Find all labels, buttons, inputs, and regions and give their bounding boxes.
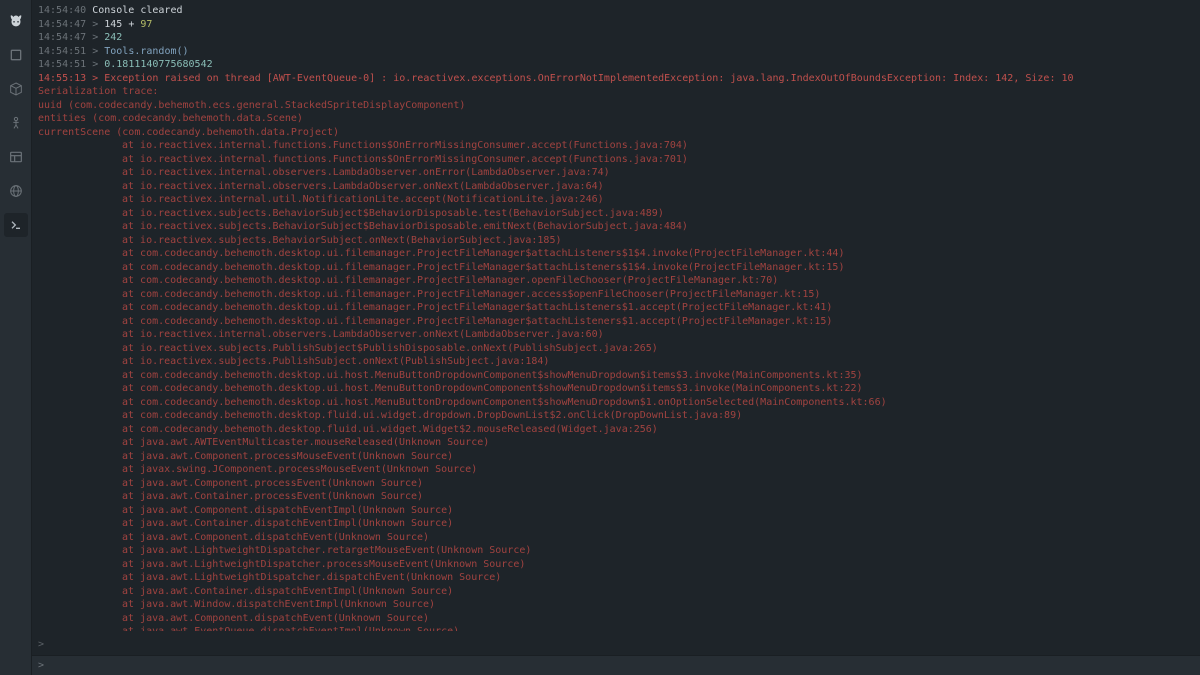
- console-line: at java.awt.EventQueue.dispatchEventImpl…: [38, 625, 1194, 631]
- console-line: at java.awt.Container.dispatchEventImpl(…: [38, 585, 1194, 599]
- console-line: 14:54:47 > 145 + 97: [38, 18, 1194, 32]
- console-line: Serialization trace:: [38, 85, 1194, 99]
- console-line: at io.reactivex.subjects.PublishSubject.…: [38, 355, 1194, 369]
- console-line: at io.reactivex.subjects.BehaviorSubject…: [38, 234, 1194, 248]
- sidebar: [0, 0, 32, 675]
- console-line: entities (com.codecandy.behemoth.data.Sc…: [38, 112, 1194, 126]
- console-line: at io.reactivex.internal.functions.Funct…: [38, 153, 1194, 167]
- console-line: at java.awt.Window.dispatchEventImpl(Unk…: [38, 598, 1194, 612]
- console-line: at com.codecandy.behemoth.desktop.ui.fil…: [38, 315, 1194, 329]
- globe-icon[interactable]: [4, 179, 28, 203]
- console-line: at java.awt.Container.dispatchEventImpl(…: [38, 517, 1194, 531]
- square-icon[interactable]: [4, 43, 28, 67]
- console-line: at com.codecandy.behemoth.desktop.ui.fil…: [38, 247, 1194, 261]
- app-root: 14:54:40 Console cleared14:54:47 > 145 +…: [0, 0, 1200, 675]
- console-line: 14:54:40 Console cleared: [38, 4, 1194, 18]
- console-line: at io.reactivex.subjects.BehaviorSubject…: [38, 220, 1194, 234]
- console-line: at io.reactivex.internal.observers.Lambd…: [38, 328, 1194, 342]
- cube-icon[interactable]: [4, 77, 28, 101]
- console-line: at com.codecandy.behemoth.desktop.fluid.…: [38, 409, 1194, 423]
- layout-icon[interactable]: [4, 145, 28, 169]
- console-line: at io.reactivex.subjects.PublishSubject$…: [38, 342, 1194, 356]
- input-prompt-caret: >: [38, 660, 44, 671]
- logo-icon[interactable]: [4, 9, 28, 33]
- console-line: at io.reactivex.internal.observers.Lambd…: [38, 180, 1194, 194]
- console-input-bar[interactable]: >: [32, 655, 1200, 675]
- console-line: at java.awt.Component.dispatchEvent(Unkn…: [38, 531, 1194, 545]
- console-line: at java.awt.LightweightDispatcher.proces…: [38, 558, 1194, 572]
- console-line: at com.codecandy.behemoth.desktop.ui.fil…: [38, 261, 1194, 275]
- console-line: at java.awt.Component.dispatchEventImpl(…: [38, 504, 1194, 518]
- console-line: currentScene (com.codecandy.behemoth.dat…: [38, 126, 1194, 140]
- console-line: at java.awt.LightweightDispatcher.retarg…: [38, 544, 1194, 558]
- console-line: at com.codecandy.behemoth.desktop.ui.hos…: [38, 382, 1194, 396]
- console-output[interactable]: 14:54:40 Console cleared14:54:47 > 145 +…: [32, 0, 1200, 655]
- console-line: at java.awt.Component.dispatchEvent(Unkn…: [38, 612, 1194, 626]
- console-line: 14:54:51 > Tools.random(): [38, 45, 1194, 59]
- console-line: 14:55:13 > Exception raised on thread [A…: [38, 72, 1194, 86]
- console-line: at com.codecandy.behemoth.desktop.ui.fil…: [38, 288, 1194, 302]
- console-line: at java.awt.LightweightDispatcher.dispat…: [38, 571, 1194, 585]
- main-panel: 14:54:40 Console cleared14:54:47 > 145 +…: [32, 0, 1200, 675]
- console-line: 14:54:47 > 242: [38, 31, 1194, 45]
- console-line: at io.reactivex.internal.observers.Lambd…: [38, 166, 1194, 180]
- console-line: at java.awt.Component.processMouseEvent(…: [38, 450, 1194, 464]
- console-line: at com.codecandy.behemoth.desktop.ui.hos…: [38, 396, 1194, 410]
- console-line: at io.reactivex.internal.util.Notificati…: [38, 193, 1194, 207]
- console-line: uuid (com.codecandy.behemoth.ecs.general…: [38, 99, 1194, 113]
- console-line: at java.awt.Component.processEvent(Unkno…: [38, 477, 1194, 491]
- console-inner: 14:54:40 Console cleared14:54:47 > 145 +…: [38, 4, 1194, 631]
- console-line: at io.reactivex.internal.functions.Funct…: [38, 139, 1194, 153]
- console-icon[interactable]: [4, 213, 28, 237]
- console-line: at java.awt.Container.processEvent(Unkno…: [38, 490, 1194, 504]
- console-line: at java.awt.AWTEventMulticaster.mouseRel…: [38, 436, 1194, 450]
- console-input[interactable]: [48, 660, 1194, 671]
- console-line: at javax.swing.JComponent.processMouseEv…: [38, 463, 1194, 477]
- console-line: at com.codecandy.behemoth.desktop.ui.fil…: [38, 301, 1194, 315]
- console-line: 14:54:51 > 0.1811140775680542: [38, 58, 1194, 72]
- console-line: at com.codecandy.behemoth.desktop.fluid.…: [38, 423, 1194, 437]
- console-line: at com.codecandy.behemoth.desktop.ui.hos…: [38, 369, 1194, 383]
- console-line: at com.codecandy.behemoth.desktop.ui.fil…: [38, 274, 1194, 288]
- person-icon[interactable]: [4, 111, 28, 135]
- console-line: at io.reactivex.subjects.BehaviorSubject…: [38, 207, 1194, 221]
- scroll-indicator: >: [38, 638, 44, 652]
